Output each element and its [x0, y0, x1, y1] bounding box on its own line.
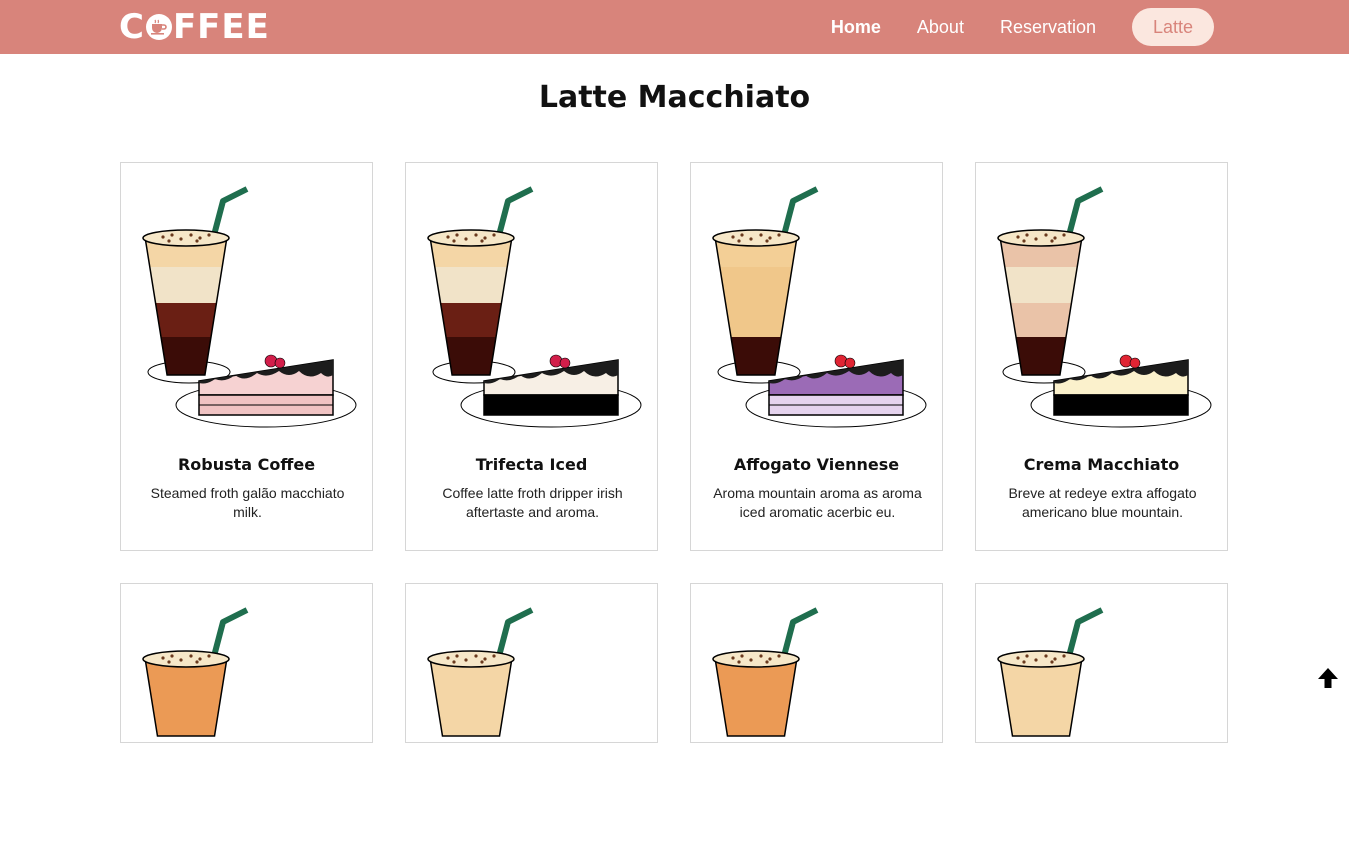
nav-link-home[interactable]: Home — [831, 8, 881, 46]
arrow-up-icon[interactable] — [1316, 666, 1340, 690]
product-card[interactable]: Affogato Viennese Aroma mountain aroma as… — [690, 162, 943, 551]
product-name: Trifecta Iced — [475, 455, 588, 474]
straw — [210, 607, 249, 661]
product-card[interactable] — [975, 583, 1228, 743]
page-title: Latte Macchiato — [538, 80, 811, 115]
product-description: Aroma mountain aroma as aroma iced aroma… — [713, 485, 922, 520]
navbar: C FFEE Home About Reservation Latte — [0, 0, 1349, 54]
product-card[interactable]: Crema Macchiato Breve at redeye extra aff… — [975, 162, 1228, 551]
latte-cake-illustration — [997, 186, 1212, 428]
logo-text-end: FFEE — [172, 7, 270, 47]
straw — [210, 186, 249, 240]
latte-cake-illustration — [712, 607, 819, 737]
main-nav: Home About Reservation Latte — [795, 8, 1214, 46]
latte-cake-illustration — [142, 186, 357, 428]
straw — [1065, 607, 1104, 661]
nav-link-reservation[interactable]: Reservation — [1000, 8, 1096, 46]
straw — [780, 186, 819, 240]
product-name: Affogato Viennese — [733, 455, 900, 474]
product-card[interactable] — [120, 583, 373, 743]
product-description: Breve at redeye extra affogato americano… — [1008, 485, 1197, 520]
straw — [495, 607, 534, 661]
product-description: Steamed froth galão macchiato milk. — [150, 485, 345, 520]
straw — [495, 186, 534, 240]
latte-cake-illustration — [142, 607, 249, 737]
latte-cake-illustration — [997, 607, 1104, 737]
product-description: Coffee latte froth dripper irish afterta… — [442, 485, 623, 520]
product-name: Robusta Coffee — [177, 455, 316, 474]
nav-pill-latte[interactable]: Latte — [1132, 8, 1214, 46]
product-card[interactable] — [405, 583, 658, 743]
straw — [780, 607, 819, 661]
product-name: Crema Macchiato — [1023, 455, 1180, 474]
coffee-cup-icon — [145, 14, 172, 40]
logo-text-start: C — [119, 7, 145, 47]
nav-link-about[interactable]: About — [917, 8, 964, 46]
product-card[interactable]: Robusta Coffee Steamed froth galão macchi… — [120, 162, 373, 551]
latte-cake-illustration — [712, 186, 927, 428]
straw — [1065, 186, 1104, 240]
latte-cake-illustration — [427, 186, 642, 428]
brand-logo[interactable]: C FFEE — [119, 9, 270, 45]
product-card[interactable]: Trifecta Iced Coffee latte froth dripper … — [405, 162, 658, 551]
product-card[interactable] — [690, 583, 943, 743]
latte-cake-illustration — [427, 607, 534, 737]
